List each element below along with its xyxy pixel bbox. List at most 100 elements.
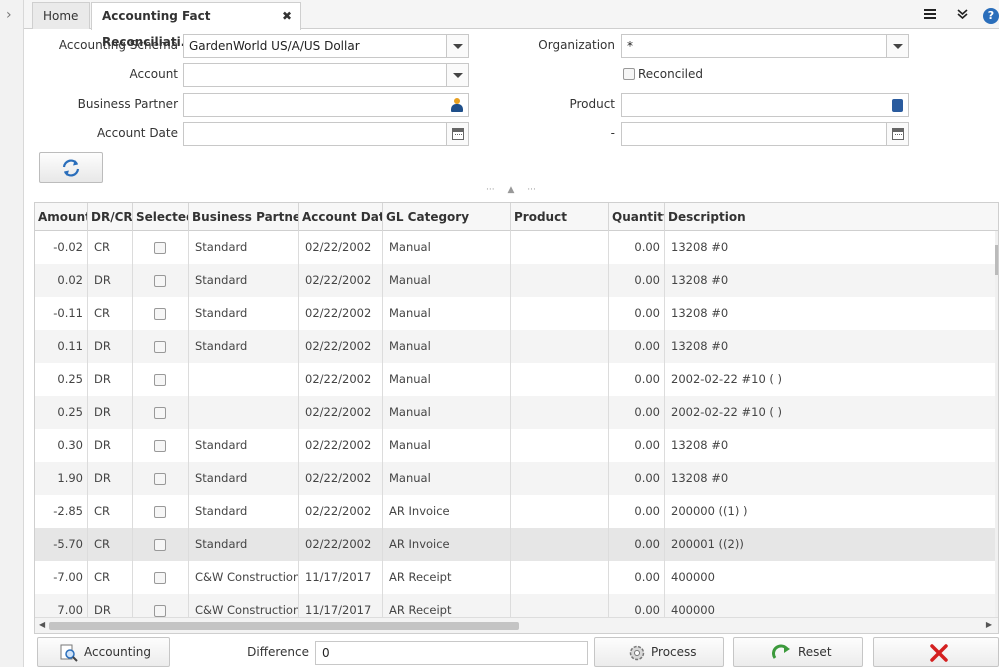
process-button[interactable]: Process bbox=[594, 637, 724, 667]
column-header-gl-category[interactable]: GL Category bbox=[383, 203, 511, 231]
column-header-selected[interactable]: Selected bbox=[133, 203, 189, 231]
menu-icon[interactable] bbox=[921, 6, 939, 24]
cell-product bbox=[511, 264, 609, 297]
cell-drcr: DR bbox=[88, 264, 133, 297]
column-header-description[interactable]: Description bbox=[665, 203, 998, 231]
cell-gl-category: Manual bbox=[383, 363, 511, 396]
cell-business-partner: Standard bbox=[189, 330, 299, 363]
difference-field[interactable]: 0 bbox=[315, 641, 588, 665]
account-select[interactable] bbox=[183, 63, 469, 87]
table-row[interactable]: -0.02 CR Standard 02/22/2002 Manual 0.00 13208… bbox=[35, 231, 997, 264]
column-header-drcr[interactable]: DR/CR bbox=[88, 203, 133, 231]
business-partner-field[interactable] bbox=[183, 93, 469, 117]
account-dropdown-button[interactable] bbox=[446, 64, 468, 86]
reconciled-checkbox[interactable] bbox=[623, 68, 635, 80]
cell-drcr: CR bbox=[88, 561, 133, 594]
row-select-checkbox[interactable] bbox=[154, 275, 166, 287]
table-row[interactable]: 0.02 DR Standard 02/22/2002 Manual 0.00 13208 … bbox=[35, 264, 997, 297]
cell-account-date: 02/22/2002 bbox=[299, 495, 383, 528]
product-icon[interactable] bbox=[892, 99, 903, 112]
accounting-schema-select[interactable]: GardenWorld US/A/US Dollar bbox=[183, 34, 469, 58]
account-date-from-calendar-button[interactable] bbox=[446, 123, 468, 145]
table-row[interactable]: -7.00 CR C&W Construction 11/17/2017 AR Rece… bbox=[35, 561, 997, 594]
scroll-left-icon[interactable]: ◀ bbox=[39, 620, 45, 629]
tab-home[interactable]: Home bbox=[32, 2, 90, 29]
row-select-checkbox[interactable] bbox=[154, 572, 166, 584]
cell-product bbox=[511, 396, 609, 429]
cell-amount: 0.30 bbox=[35, 429, 88, 462]
expand-sidebar-icon[interactable]: › bbox=[6, 8, 18, 22]
table-row[interactable]: 0.25 DR 02/22/2002 Manual 0.00 2002-02-22 #10… bbox=[35, 396, 997, 429]
scroll-right-icon[interactable]: ▶ bbox=[986, 620, 992, 629]
cell-selected bbox=[133, 297, 189, 330]
cell-quantity: 0.00 bbox=[609, 528, 665, 561]
accounting-fact-button[interactable]: Accounting Fact bbox=[37, 637, 170, 667]
cell-selected bbox=[133, 528, 189, 561]
row-select-checkbox[interactable] bbox=[154, 605, 166, 617]
cell-quantity: 0.00 bbox=[609, 561, 665, 594]
row-select-checkbox[interactable] bbox=[154, 308, 166, 320]
row-select-checkbox[interactable] bbox=[154, 506, 166, 518]
business-partner-icon[interactable] bbox=[451, 98, 463, 112]
column-header-quantity[interactable]: Quantity bbox=[609, 203, 665, 231]
cell-amount: -0.11 bbox=[35, 297, 88, 330]
splitter-collapse-icon[interactable]: ▲ bbox=[507, 185, 514, 195]
row-select-checkbox[interactable] bbox=[154, 374, 166, 386]
cell-business-partner: Standard bbox=[189, 297, 299, 330]
table-row[interactable]: 7.00 DR C&W Construction 11/17/2017 AR Recei… bbox=[35, 594, 997, 619]
panel-splitter[interactable]: ··· ▲ ··· bbox=[486, 185, 566, 197]
reconciled-label: Reconciled bbox=[638, 67, 703, 81]
reset-button[interactable]: Reset bbox=[733, 637, 863, 667]
cell-product bbox=[511, 561, 609, 594]
accounting-schema-dropdown-button[interactable] bbox=[446, 35, 468, 57]
bottom-toolbar: Accounting Fact Difference 0 Process Res… bbox=[24, 635, 999, 667]
table-row[interactable]: -0.11 CR Standard 02/22/2002 Manual 0.00 13208… bbox=[35, 297, 997, 330]
accounting-fact-label: Accounting Fact bbox=[84, 645, 152, 659]
organization-select[interactable]: * bbox=[621, 34, 909, 58]
row-select-checkbox[interactable] bbox=[154, 341, 166, 353]
fact-grid: Amount DR/CR Selected Business Partner A… bbox=[34, 202, 999, 634]
account-date-to-field[interactable] bbox=[621, 122, 909, 146]
close-tab-icon[interactable]: ✖ bbox=[282, 3, 292, 29]
table-row[interactable]: 1.90 DR Standard 02/22/2002 Manual 0.00 13208 … bbox=[35, 462, 997, 495]
double-chevron-down-icon[interactable] bbox=[953, 6, 971, 24]
organization-dropdown-button[interactable] bbox=[886, 35, 908, 57]
account-date-range-separator: - bbox=[610, 126, 615, 140]
refresh-button[interactable] bbox=[39, 152, 103, 183]
row-select-checkbox[interactable] bbox=[154, 473, 166, 485]
cell-description: 13208 #0 bbox=[665, 429, 997, 462]
column-header-amount[interactable]: Amount bbox=[35, 203, 88, 231]
product-label: Product bbox=[569, 97, 615, 111]
tab-accounting-fact-reconciliation[interactable]: Accounting Fact Reconciliati... ✖ bbox=[91, 2, 301, 49]
table-row[interactable]: -5.70 CR Standard 02/22/2002 AR Invoice 0.00 2… bbox=[35, 528, 997, 561]
cancel-button[interactable] bbox=[873, 637, 999, 667]
column-header-business-partner[interactable]: Business Partner bbox=[189, 203, 299, 231]
table-row[interactable]: 0.25 DR 02/22/2002 Manual 0.00 2002-02-22 #10… bbox=[35, 363, 997, 396]
cell-drcr: CR bbox=[88, 297, 133, 330]
reset-label: Reset bbox=[798, 645, 832, 659]
table-row[interactable]: 0.30 DR Standard 02/22/2002 Manual 0.00 13208 … bbox=[35, 429, 997, 462]
column-header-product[interactable]: Product bbox=[511, 203, 609, 231]
account-date-to-calendar-button[interactable] bbox=[886, 123, 908, 145]
row-select-checkbox[interactable] bbox=[154, 539, 166, 551]
cell-product bbox=[511, 594, 609, 619]
cell-selected bbox=[133, 462, 189, 495]
product-field[interactable] bbox=[621, 93, 909, 117]
column-header-account-date[interactable]: Account Date bbox=[299, 203, 383, 231]
vertical-scrollbar[interactable] bbox=[995, 231, 998, 619]
table-row[interactable]: 0.11 DR Standard 02/22/2002 Manual 0.00 13208 … bbox=[35, 330, 997, 363]
cell-amount: 0.25 bbox=[35, 363, 88, 396]
horizontal-scroll-thumb[interactable] bbox=[49, 622, 519, 630]
accounting-schema-label: Accounting Schema bbox=[58, 38, 178, 52]
row-select-checkbox[interactable] bbox=[154, 242, 166, 254]
row-select-checkbox[interactable] bbox=[154, 440, 166, 452]
table-row[interactable]: -2.85 CR Standard 02/22/2002 AR Invoice 0.00 2… bbox=[35, 495, 997, 528]
cell-account-date: 02/22/2002 bbox=[299, 396, 383, 429]
vertical-scroll-thumb[interactable] bbox=[995, 245, 998, 275]
grid-header: Amount DR/CR Selected Business Partner A… bbox=[35, 203, 998, 231]
cell-product bbox=[511, 297, 609, 330]
row-select-checkbox[interactable] bbox=[154, 407, 166, 419]
account-date-from-field[interactable] bbox=[183, 122, 469, 146]
horizontal-scrollbar[interactable]: ◀ ▶ bbox=[35, 617, 998, 633]
help-icon[interactable]: ? bbox=[982, 6, 999, 24]
